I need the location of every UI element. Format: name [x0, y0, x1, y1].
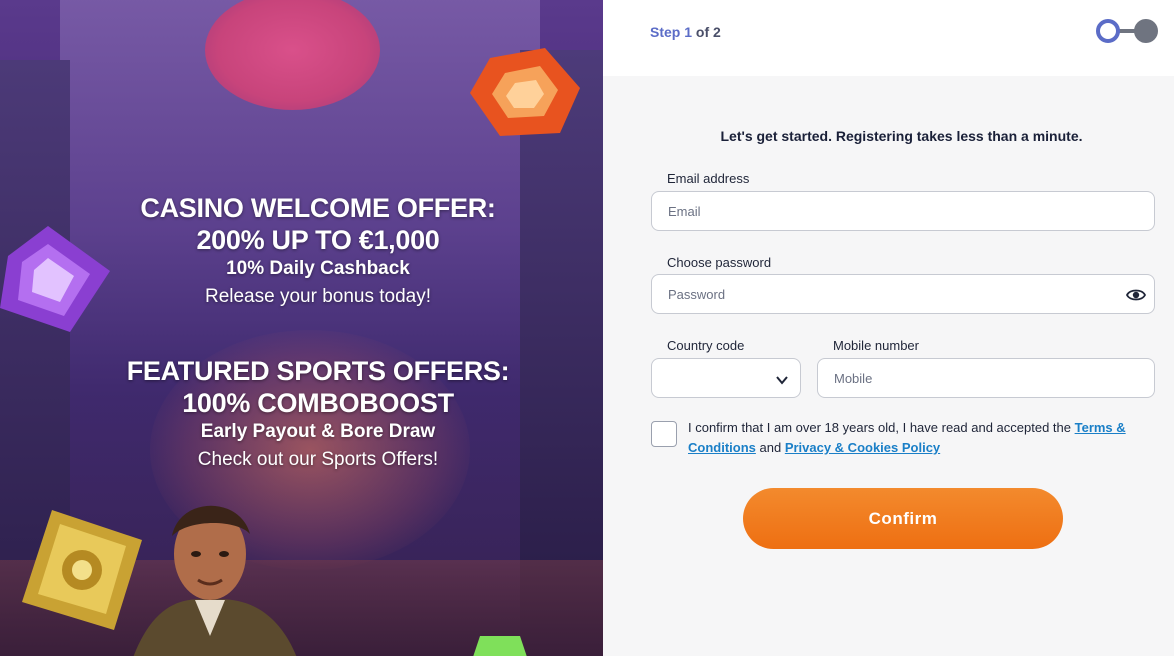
sports-offer-title: FEATURED SPORTS OFFERS:	[126, 356, 510, 386]
confirm-button[interactable]: Confirm	[743, 488, 1063, 549]
chevron-down-icon	[776, 376, 788, 385]
step-progress	[1096, 19, 1158, 43]
adventurer-character	[133, 505, 297, 656]
country-code-label: Country code	[667, 338, 745, 353]
password-field-wrapper	[651, 274, 1155, 314]
step-total: of 2	[695, 24, 721, 40]
casino-offer-block: CASINO WELCOME OFFER: 200% UP TO €1,000 …	[68, 192, 568, 312]
mobile-field-wrapper	[817, 358, 1155, 398]
form-intro: Let's get started. Registering takes les…	[720, 128, 1083, 144]
green-gem-icon	[473, 636, 527, 656]
casino-offer-title: CASINO WELCOME OFFER:	[140, 193, 496, 223]
email-field-wrapper	[651, 191, 1155, 231]
promo-panel: CASINO WELCOME OFFER: 200% UP TO €1,000 …	[0, 0, 603, 656]
consent-text-mid: and	[755, 440, 785, 455]
eye-icon[interactable]	[1126, 285, 1146, 305]
password-input[interactable]	[652, 275, 1154, 313]
consent-text-start: I confirm that I am over 18 years old, I…	[688, 420, 1075, 435]
step-indicator: Step 1 of 2	[650, 24, 721, 40]
password-label: Choose password	[667, 255, 772, 270]
casino-offer-note: Release your bonus today!	[204, 286, 432, 307]
registration-form: Let's get started. Registering takes les…	[603, 76, 1174, 656]
orange-gem-icon	[470, 48, 580, 136]
sports-offer-sub: Early Payout & Bore Draw	[200, 421, 436, 442]
step-current: Step 1	[650, 24, 693, 40]
email-input[interactable]	[652, 192, 1154, 230]
casino-offer-amount: 200% UP TO €1,000	[196, 225, 440, 255]
email-label: Email address	[667, 171, 750, 186]
age-terms-checkbox[interactable]	[651, 421, 677, 447]
casino-offer-cashback: 10% Daily Cashback	[226, 258, 410, 279]
sports-offer-note: Check out our Sports Offers!	[197, 449, 439, 470]
consent-text: I confirm that I am over 18 years old, I…	[688, 418, 1128, 458]
country-code-select[interactable]	[651, 358, 801, 398]
mobile-input[interactable]	[818, 359, 1154, 397]
mobile-label: Mobile number	[833, 338, 919, 353]
registration-header: Step 1 of 2	[603, 0, 1174, 76]
progress-dot-inactive-icon	[1134, 19, 1158, 43]
privacy-link[interactable]: Privacy & Cookies Policy	[785, 440, 940, 455]
sports-offer-boost: 100% COMBOBOOST	[182, 388, 454, 418]
progress-dot-active-icon	[1096, 19, 1120, 43]
sports-offer-block: FEATURED SPORTS OFFERS: 100% COMBOBOOST …	[68, 355, 568, 475]
